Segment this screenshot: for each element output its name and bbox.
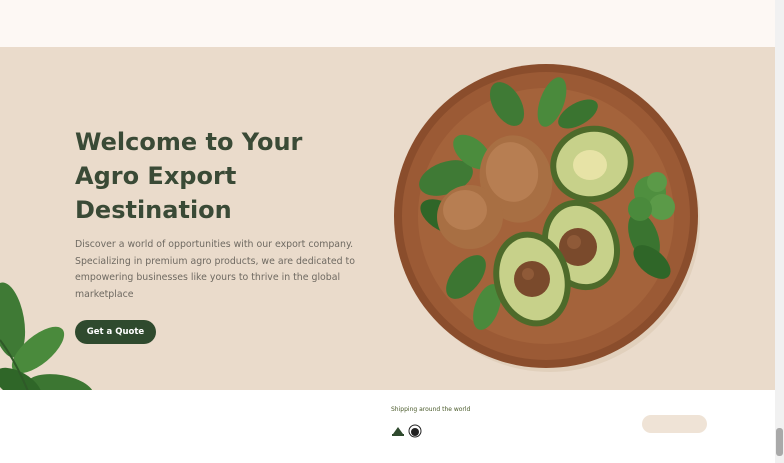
- page: Welcome to Your Agro Export Destination …: [0, 0, 784, 463]
- hero-description: Discover a world of opportunities with o…: [75, 237, 365, 303]
- page-scrollbar[interactable]: [775, 0, 784, 463]
- top-header-strip: [0, 0, 775, 47]
- shipping-icons: [391, 424, 431, 440]
- hero-headline-line: Destination: [75, 196, 232, 224]
- scrollbar-thumb[interactable]: [776, 428, 783, 456]
- globe-icon: [408, 424, 422, 438]
- shipping-icon: [392, 427, 404, 436]
- hero-headline: Welcome to Your Agro Export Destination: [75, 125, 375, 227]
- hero-description-line: Specializing in premium agro products, w…: [75, 255, 355, 267]
- hero-section: Welcome to Your Agro Export Destination …: [0, 47, 775, 390]
- faint-pill-badge: [642, 415, 707, 433]
- hero-description-line: empowering businesses like yours to thri…: [75, 272, 341, 283]
- hero-description-line: marketplace: [75, 288, 134, 300]
- bottom-section: Shipping around the world: [0, 390, 775, 463]
- hero-description-line: Discover a world of opportunities with o…: [75, 239, 354, 250]
- hero-headline-line: Welcome to Your: [75, 128, 303, 156]
- hero-headline-line: Agro Export: [75, 162, 237, 190]
- shipping-label: Shipping around the world: [391, 406, 471, 413]
- avocado-plate-image: [382, 57, 700, 375]
